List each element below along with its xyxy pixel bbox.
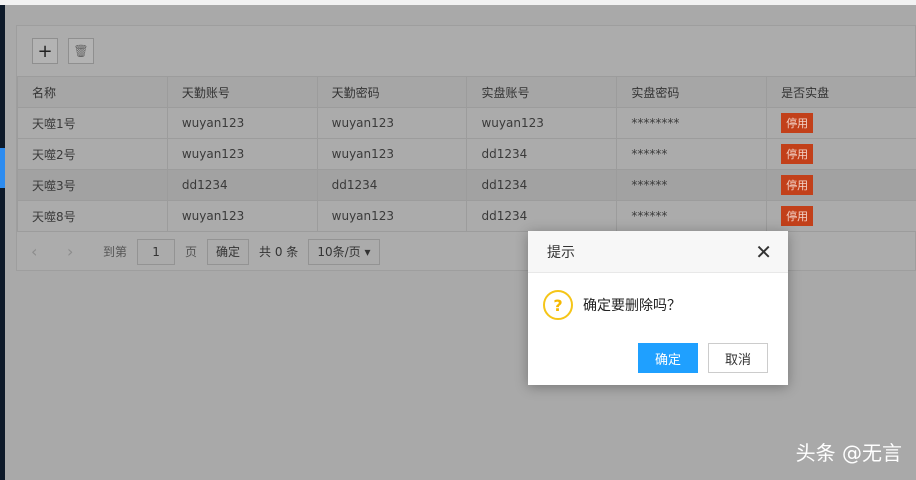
table-cell: ****** bbox=[616, 138, 768, 170]
table-cell: ****** bbox=[616, 200, 768, 232]
confirm-dialog: 提示 ✕ ? 确定要删除吗？ 确定 取消 bbox=[528, 231, 788, 385]
table-cell: wuyan123 bbox=[166, 107, 318, 139]
total-count: 共 0 条 bbox=[259, 245, 299, 259]
side-nav-active-item[interactable] bbox=[0, 148, 5, 188]
table-cell: 天噬1号 bbox=[17, 107, 168, 139]
ok-button[interactable]: 确定 bbox=[638, 343, 698, 373]
table-header: 名称 天勤账号 天勤密码 实盘账号 实盘密码 是否实盘 bbox=[17, 76, 916, 108]
status-badge[interactable]: 停用 bbox=[781, 113, 814, 133]
column-header[interactable]: 是否实盘 bbox=[766, 76, 916, 108]
column-header[interactable]: 实盘账号 bbox=[466, 76, 618, 108]
watermark: 头条 @无言 bbox=[795, 441, 902, 465]
table-cell: 天噬3号 bbox=[17, 169, 168, 201]
question-icon: ? bbox=[543, 290, 573, 320]
close-icon[interactable]: ✕ bbox=[755, 240, 772, 264]
table-row[interactable]: 天噬8号 wuyan123 wuyan123 dd1234 ****** 停用 bbox=[17, 200, 916, 232]
delete-button[interactable]: 🗑 bbox=[68, 38, 94, 64]
table-cell: 停用 bbox=[766, 107, 916, 139]
table-cell: dd1234 bbox=[466, 200, 618, 232]
add-button[interactable]: + bbox=[32, 38, 58, 64]
status-badge[interactable]: 停用 bbox=[781, 206, 814, 226]
dialog-title: 提示 bbox=[547, 244, 575, 261]
toolbar: + 🗑 bbox=[17, 26, 915, 76]
cancel-button[interactable]: 取消 bbox=[708, 343, 768, 373]
table-cell: dd1234 bbox=[466, 138, 618, 170]
table-cell: wuyan123 bbox=[316, 200, 468, 232]
goto-label: 到第 bbox=[103, 245, 128, 259]
next-page-icon[interactable]: › bbox=[67, 242, 93, 261]
status-badge[interactable]: 停用 bbox=[781, 144, 814, 164]
table-cell: 天噬8号 bbox=[17, 200, 168, 232]
side-nav bbox=[0, 5, 5, 480]
dialog-footer: 确定 取消 bbox=[638, 343, 768, 373]
table-row[interactable]: 天噬1号 wuyan123 wuyan123 wuyan123 ******** 停用 bbox=[17, 107, 916, 139]
chevron-down-icon: ▾ bbox=[364, 244, 371, 259]
column-header[interactable]: 实盘密码 bbox=[616, 76, 768, 108]
table-cell: wuyan123 bbox=[316, 138, 468, 170]
dialog-header: 提示 ✕ bbox=[528, 231, 788, 273]
table-cell: dd1234 bbox=[166, 169, 318, 201]
top-strip bbox=[0, 0, 916, 5]
accounts-table: 名称 天勤账号 天勤密码 实盘账号 实盘密码 是否实盘 天噬1号 wuyan123… bbox=[17, 76, 916, 232]
dialog-body: ? 确定要删除吗？ bbox=[528, 273, 788, 320]
column-header[interactable]: 天勤账号 bbox=[166, 76, 318, 108]
table-cell: 停用 bbox=[766, 138, 916, 170]
goto-confirm-button[interactable]: 确定 bbox=[207, 238, 250, 265]
table-row[interactable]: 天噬3号 dd1234 dd1234 dd1234 ****** 停用 bbox=[17, 169, 916, 201]
trash-icon: 🗑 bbox=[73, 44, 89, 58]
page-input[interactable]: 1 bbox=[137, 238, 176, 265]
column-header[interactable]: 名称 bbox=[17, 76, 168, 108]
table-cell: wuyan123 bbox=[166, 138, 318, 170]
page-size-value: 10条/页 bbox=[317, 245, 361, 259]
table-cell: dd1234 bbox=[316, 169, 468, 201]
table-cell: ****** bbox=[616, 169, 768, 201]
table-cell: dd1234 bbox=[466, 169, 618, 201]
table-cell: 天噬2号 bbox=[17, 138, 168, 170]
table-cell: wuyan123 bbox=[316, 107, 468, 139]
status-badge[interactable]: 停用 bbox=[781, 175, 814, 195]
prev-page-icon[interactable]: ‹ bbox=[31, 242, 57, 261]
page-suffix: 页 bbox=[185, 245, 198, 259]
plus-icon: + bbox=[37, 40, 53, 62]
table-cell: wuyan123 bbox=[166, 200, 318, 232]
table-cell: wuyan123 bbox=[466, 107, 618, 139]
table-cell: 停用 bbox=[766, 200, 916, 232]
table-row[interactable]: 天噬2号 wuyan123 wuyan123 dd1234 ****** 停用 bbox=[17, 138, 916, 170]
dialog-message: 确定要删除吗？ bbox=[583, 298, 681, 314]
column-header[interactable]: 天勤密码 bbox=[316, 76, 468, 108]
page-size-select[interactable]: 10条/页 ▾ bbox=[308, 238, 380, 265]
table-cell: 停用 bbox=[766, 169, 916, 201]
table-cell: ******** bbox=[616, 107, 768, 139]
